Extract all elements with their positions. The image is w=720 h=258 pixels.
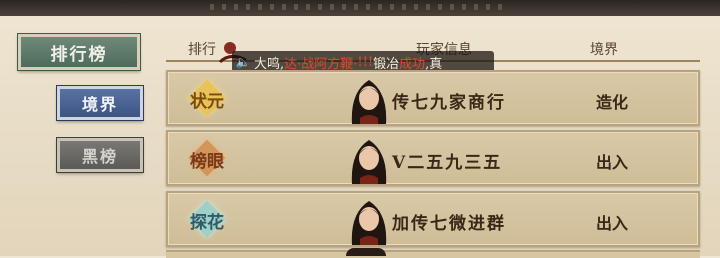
player-name: V二五九三五	[392, 153, 503, 173]
nav-black-tab[interactable]: 黑榜	[56, 137, 144, 173]
rank-badge-2: 榜眼	[182, 139, 232, 177]
player-realm: 出入	[596, 153, 629, 172]
rank-row-2[interactable]: 榜眼 V二五九三五 出入	[166, 130, 700, 186]
rank-row-1[interactable]: 状元 传七九家商行 造化	[166, 70, 700, 126]
rank-badge-1: 状元	[182, 79, 232, 117]
rank-row-3[interactable]: 探花 加传七微进群 出入	[166, 191, 700, 247]
player-avatar-icon	[351, 80, 387, 124]
header-rank: 排行	[188, 42, 216, 58]
marquee-highlight-3: 成功	[399, 56, 426, 72]
header-realm: 境界	[590, 42, 618, 58]
speaker-icon: 🔈	[235, 55, 251, 69]
rank-row-4-partial	[166, 250, 700, 258]
marquee-highlight-2: !!!	[357, 54, 374, 70]
marquee-text-c: ,真	[425, 56, 443, 72]
player-name: 传七九家商行	[392, 93, 506, 113]
player-realm: 造化	[596, 93, 629, 112]
player-name: 加传七微进群	[392, 214, 506, 234]
marquee-text-a: 大鸣,	[254, 56, 285, 72]
rank-badge-3: 探花	[182, 200, 232, 238]
marquee-highlight-1: 达·战阿方鞭·	[284, 56, 358, 72]
player-avatar-icon	[351, 201, 387, 245]
player-avatar-icon	[346, 248, 386, 256]
nav-realm-tab[interactable]: 境界	[56, 85, 144, 121]
player-avatar-icon	[351, 140, 387, 184]
player-realm: 出入	[596, 214, 629, 233]
marquee-text-b: 锻冶	[373, 56, 400, 72]
top-bar	[0, 0, 720, 16]
nav-rank-button[interactable]: 排行榜	[17, 33, 141, 71]
